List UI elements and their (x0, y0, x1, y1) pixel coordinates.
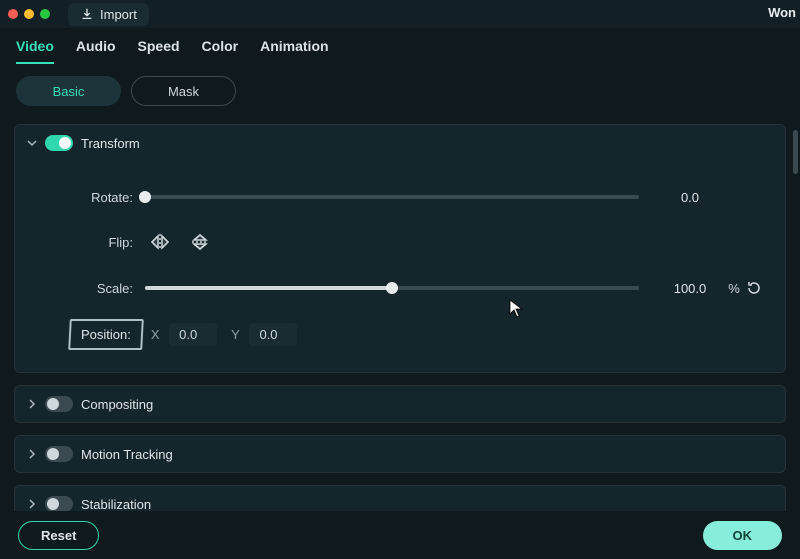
scale-label: Scale: (65, 281, 145, 296)
position-x-value[interactable]: 0.0 (169, 323, 217, 346)
tab-audio[interactable]: Audio (76, 38, 116, 64)
panel-title: Stabilization (81, 497, 151, 512)
stabilization-toggle[interactable] (45, 496, 73, 512)
panel-transform-header[interactable]: Transform (15, 125, 785, 161)
close-window-button[interactable] (8, 9, 18, 19)
scrollbar-thumb[interactable] (793, 130, 798, 174)
panel-title: Transform (81, 136, 140, 151)
panel-motion-tracking-header[interactable]: Motion Tracking (15, 436, 785, 472)
transform-toggle[interactable] (45, 135, 73, 151)
panel-title: Motion Tracking (81, 447, 173, 462)
position-x-label: X (151, 327, 160, 342)
reset-button[interactable]: Reset (18, 521, 99, 550)
flip-row: Flip: (65, 231, 765, 253)
footer: Reset OK (0, 511, 800, 559)
reset-icon[interactable] (743, 277, 765, 299)
minimize-window-button[interactable] (24, 9, 34, 19)
import-icon (80, 7, 94, 21)
rotate-value[interactable]: 0.0 (655, 190, 725, 205)
panel-transform-body: Rotate: 0.0 Flip: (15, 161, 785, 372)
flip-horizontal-icon[interactable] (149, 231, 171, 253)
titlebar: Import Won (0, 0, 800, 28)
panel-motion-tracking: Motion Tracking (14, 435, 786, 473)
import-button[interactable]: Import (68, 3, 149, 26)
compositing-toggle[interactable] (45, 396, 73, 412)
sub-tabs: Basic Mask (0, 64, 800, 124)
position-row: Position: X 0.0 Y 0.0 (65, 319, 765, 350)
import-label: Import (100, 7, 137, 22)
panel-transform: Transform Rotate: 0.0 Flip: (14, 124, 786, 373)
position-label-box: Position: (68, 319, 143, 350)
chevron-down-icon (27, 138, 37, 148)
panel-compositing: Compositing (14, 385, 786, 423)
panel-title: Compositing (81, 397, 153, 412)
rotate-slider[interactable] (145, 187, 639, 207)
position-y-value[interactable]: 0.0 (249, 323, 297, 346)
rotate-label: Rotate: (65, 190, 145, 205)
chevron-right-icon (27, 449, 37, 459)
position-y-label: Y (231, 327, 240, 342)
chevron-right-icon (27, 499, 37, 509)
scale-unit: % (725, 281, 743, 296)
maximize-window-button[interactable] (40, 9, 50, 19)
panel-compositing-header[interactable]: Compositing (15, 386, 785, 422)
position-label: Position: (81, 327, 131, 342)
tab-video[interactable]: Video (16, 38, 54, 64)
flip-vertical-icon[interactable] (189, 231, 211, 253)
position-fields: X 0.0 Y 0.0 (151, 323, 298, 346)
scale-value[interactable]: 100.0 (655, 281, 725, 296)
subtab-basic[interactable]: Basic (16, 76, 121, 106)
scale-slider[interactable] (145, 278, 639, 298)
subtab-mask[interactable]: Mask (131, 76, 236, 106)
tab-speed[interactable]: Speed (138, 38, 180, 64)
chevron-right-icon (27, 399, 37, 409)
rotate-row: Rotate: 0.0 (65, 187, 765, 207)
scale-row: Scale: 100.0 % (65, 277, 765, 299)
app-name-partial: Won (768, 5, 796, 20)
tab-animation[interactable]: Animation (260, 38, 328, 64)
main-tabs: Video Audio Speed Color Animation (0, 28, 800, 64)
ok-button[interactable]: OK (703, 521, 783, 550)
panel-area: Transform Rotate: 0.0 Flip: (0, 124, 800, 524)
motion-tracking-toggle[interactable] (45, 446, 73, 462)
window-controls (8, 9, 50, 19)
tab-color[interactable]: Color (202, 38, 239, 64)
flip-label: Flip: (65, 235, 145, 250)
